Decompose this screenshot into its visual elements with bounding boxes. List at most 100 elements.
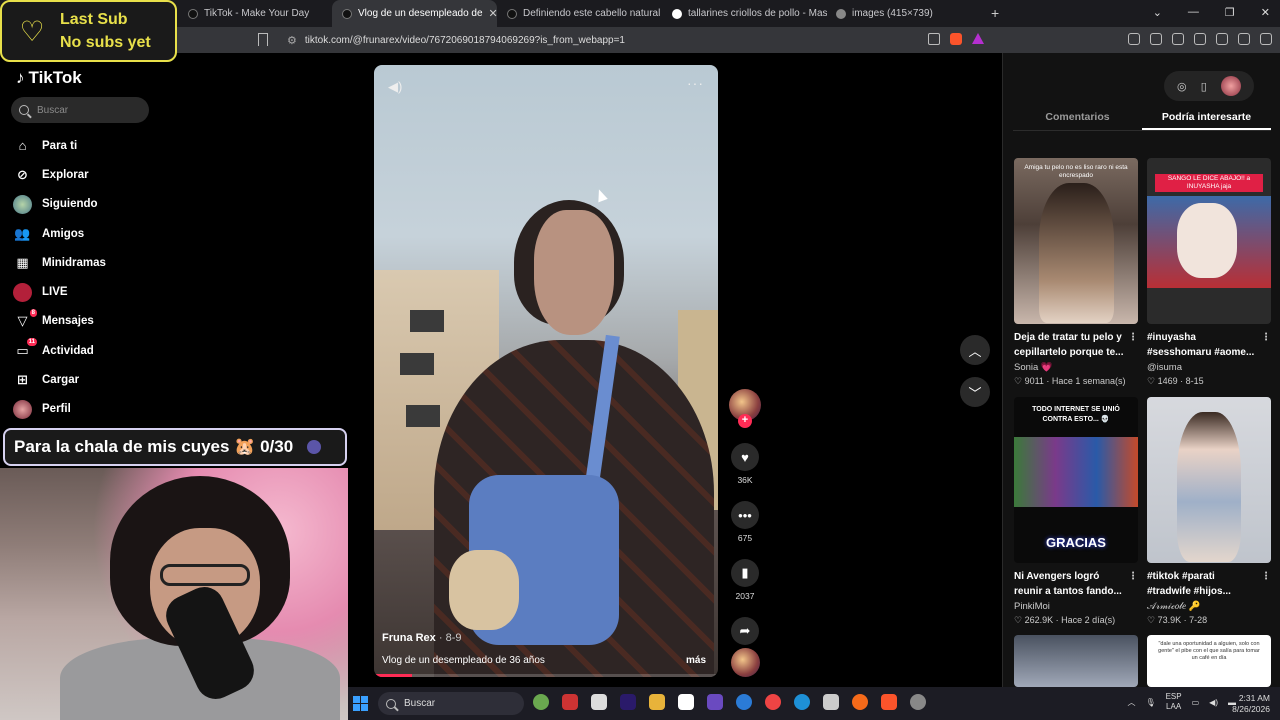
brave-shield-icon[interactable] bbox=[950, 33, 962, 45]
volume-icon[interactable]: ◀) bbox=[1209, 698, 1218, 707]
tab-vlog[interactable]: Vlog de un desempleado de ✕ bbox=[332, 0, 497, 27]
card-author[interactable]: 𝒜𝓇𝓂𝒾𝒸𝑜𝓁𝑒 🔑 bbox=[1147, 601, 1271, 612]
app-icon[interactable] bbox=[736, 694, 752, 710]
tiktok-logo[interactable]: ♪ TikTok bbox=[16, 68, 82, 88]
previous-video-button[interactable]: ︿ bbox=[960, 335, 990, 365]
more-vertical-icon[interactable]: ⋮ bbox=[1128, 330, 1138, 345]
media-icon[interactable] bbox=[1150, 33, 1162, 45]
tab-comentarios[interactable]: Comentarios bbox=[1013, 103, 1142, 130]
minimize-icon[interactable]: — bbox=[1188, 6, 1199, 19]
sidebar-item-para-ti[interactable]: ⌂ Para ti bbox=[13, 131, 173, 160]
search-input[interactable] bbox=[37, 104, 137, 116]
app-icon[interactable] bbox=[562, 694, 578, 710]
card-title[interactable]: #inuyasha #sesshomaru #aome... ⋮ bbox=[1147, 330, 1271, 360]
translate-icon[interactable] bbox=[928, 33, 940, 45]
brave-rewards-icon[interactable] bbox=[972, 33, 984, 44]
video-thumbnail[interactable]: "dale una oportunidad a alguien, solo co… bbox=[1147, 635, 1271, 687]
windows-start-icon[interactable] bbox=[353, 696, 368, 711]
next-video-button[interactable]: ﹀ bbox=[960, 377, 990, 407]
recommended-video-card[interactable]: Amiga tu pelo no es liso raro ni esta en… bbox=[1014, 158, 1138, 387]
video-player[interactable]: ◀) ··· Fruna Rex · 8-9 Vlog de un desemp… bbox=[374, 65, 718, 677]
music-disc-avatar[interactable] bbox=[731, 648, 760, 677]
heart-icon[interactable]: ♥ bbox=[731, 443, 759, 471]
recommended-video-card[interactable]: "dale una oportunidad a alguien, solo co… bbox=[1147, 635, 1271, 687]
sidebar-item-perfil[interactable]: Perfil bbox=[13, 395, 173, 424]
comment-icon[interactable]: ••• bbox=[731, 501, 759, 529]
menu-icon[interactable] bbox=[1260, 33, 1272, 45]
extensions-icon[interactable] bbox=[1128, 33, 1140, 45]
share-icon[interactable]: ➦ bbox=[731, 617, 759, 645]
file-explorer-icon[interactable] bbox=[649, 694, 665, 710]
more-options-icon[interactable]: ··· bbox=[687, 75, 704, 91]
clock[interactable]: 2:31 AM 8/26/2026 bbox=[1232, 693, 1270, 715]
device-icon[interactable]: ▯ bbox=[1201, 80, 1207, 93]
network-icon[interactable]: ▭ bbox=[1192, 698, 1200, 707]
app-icon[interactable] bbox=[591, 694, 607, 710]
card-author[interactable]: Sonia 💗 bbox=[1014, 362, 1138, 373]
app-icon[interactable] bbox=[533, 694, 549, 710]
obs-icon[interactable] bbox=[910, 694, 926, 710]
vpn-icon[interactable] bbox=[1238, 33, 1250, 45]
app-icon[interactable] bbox=[707, 694, 723, 710]
recommended-video-card[interactable] bbox=[1014, 635, 1138, 687]
leo-ai-icon[interactable] bbox=[1216, 33, 1228, 45]
more-vertical-icon[interactable]: ⋮ bbox=[1261, 330, 1271, 345]
tab-cabello[interactable]: Definiendo este cabello natural — Ri bbox=[497, 0, 662, 27]
chrome-icon[interactable] bbox=[765, 694, 781, 710]
user-avatar[interactable] bbox=[1220, 76, 1241, 96]
more-vertical-icon[interactable]: ⋮ bbox=[1261, 569, 1271, 584]
sidebar-item-explorar[interactable]: ⊘ Explorar bbox=[13, 160, 173, 189]
tab-images[interactable]: images (415×739) bbox=[826, 0, 991, 27]
video-thumbnail[interactable]: SANGO LE DICE ABAJO!! a INUYASHA jaja bbox=[1147, 158, 1271, 324]
tab-close-icon[interactable]: ✕ bbox=[489, 7, 497, 20]
new-tab-icon[interactable]: + bbox=[991, 5, 999, 21]
language-indicator[interactable]: ESP LAA bbox=[1166, 692, 1182, 712]
sidebar-item-minidramas[interactable]: ▦ Minidramas bbox=[13, 248, 173, 277]
sidebar-icon[interactable] bbox=[1172, 33, 1184, 45]
creator-avatar[interactable]: + bbox=[729, 389, 761, 428]
tab-list-icon[interactable]: ⌄ bbox=[1153, 6, 1162, 19]
save-action[interactable]: ▮ 2037 bbox=[729, 559, 761, 601]
compass-icon[interactable]: ◎ bbox=[1177, 80, 1187, 93]
tab-podria-interesarte[interactable]: Podría interesarte bbox=[1142, 103, 1271, 130]
taskbar-search[interactable]: Buscar bbox=[378, 692, 524, 715]
sidebar-item-actividad[interactable]: ▭ 11 Actividad bbox=[13, 336, 173, 365]
edge-icon[interactable] bbox=[794, 694, 810, 710]
firefox-icon[interactable] bbox=[852, 694, 868, 710]
tab-tiktok-home[interactable]: TikTok - Make Your Day bbox=[178, 0, 343, 27]
video-progress-bar[interactable] bbox=[374, 674, 718, 677]
follow-plus-icon[interactable]: + bbox=[738, 414, 752, 428]
after-effects-icon[interactable] bbox=[620, 694, 636, 710]
url-field[interactable]: ⚙ tiktok.com/@frunarex/video/76720690187… bbox=[283, 31, 1003, 49]
recommended-video-card[interactable]: TODO INTERNET SE UNIÓ CONTRA ESTO... 💀 G… bbox=[1014, 397, 1138, 626]
app-icon[interactable] bbox=[823, 694, 839, 710]
close-window-icon[interactable]: ✕ bbox=[1261, 6, 1270, 19]
video-thumbnail[interactable] bbox=[1014, 635, 1138, 687]
card-title[interactable]: #tiktok #parati #tradwife #hijos... ⋮ bbox=[1147, 569, 1271, 599]
sidebar-item-siguiendo[interactable]: Siguiendo bbox=[13, 190, 173, 219]
sidebar-item-mensajes[interactable]: ▽ 8 Mensajes bbox=[13, 307, 173, 336]
recommended-video-card[interactable]: #tiktok #parati #tradwife #hijos... ⋮ 𝒜𝓇𝓂… bbox=[1147, 397, 1271, 626]
card-title[interactable]: Ni Avengers logró reunir a tantos fando.… bbox=[1014, 569, 1138, 599]
sidebar-item-cargar[interactable]: ⊞ Cargar bbox=[13, 365, 173, 394]
app-icon[interactable] bbox=[678, 694, 694, 710]
maximize-icon[interactable]: ❐ bbox=[1225, 6, 1235, 19]
more-vertical-icon[interactable]: ⋮ bbox=[1128, 569, 1138, 584]
sidebar-item-amigos[interactable]: 👥 Amigos bbox=[13, 219, 173, 248]
wallet-icon[interactable] bbox=[1194, 33, 1206, 45]
recommended-video-card[interactable]: SANGO LE DICE ABAJO!! a INUYASHA jaja #i… bbox=[1147, 158, 1271, 387]
site-settings-icon[interactable]: ⚙ bbox=[287, 34, 297, 47]
card-author[interactable]: PinkiMoi bbox=[1014, 601, 1138, 612]
like-action[interactable]: ♥ 36K bbox=[729, 443, 761, 485]
search-box[interactable] bbox=[11, 97, 149, 123]
video-thumbnail[interactable]: TODO INTERNET SE UNIÓ CONTRA ESTO... 💀 G… bbox=[1014, 397, 1138, 563]
chevron-up-icon[interactable]: ︿ bbox=[1127, 697, 1135, 708]
card-author[interactable]: @isuma bbox=[1147, 362, 1271, 373]
volume-icon[interactable]: ◀) bbox=[388, 79, 402, 95]
sidebar-item-live[interactable]: LIVE bbox=[13, 277, 173, 306]
tab-tallarines[interactable]: tallarines criollos de pollo - Mask'ana bbox=[662, 0, 827, 27]
bookmark-icon[interactable]: ▮ bbox=[731, 559, 759, 587]
microphone-icon[interactable]: 🎙 bbox=[1145, 698, 1155, 707]
brave-icon[interactable] bbox=[881, 694, 897, 710]
more-description-link[interactable]: más bbox=[686, 655, 706, 666]
